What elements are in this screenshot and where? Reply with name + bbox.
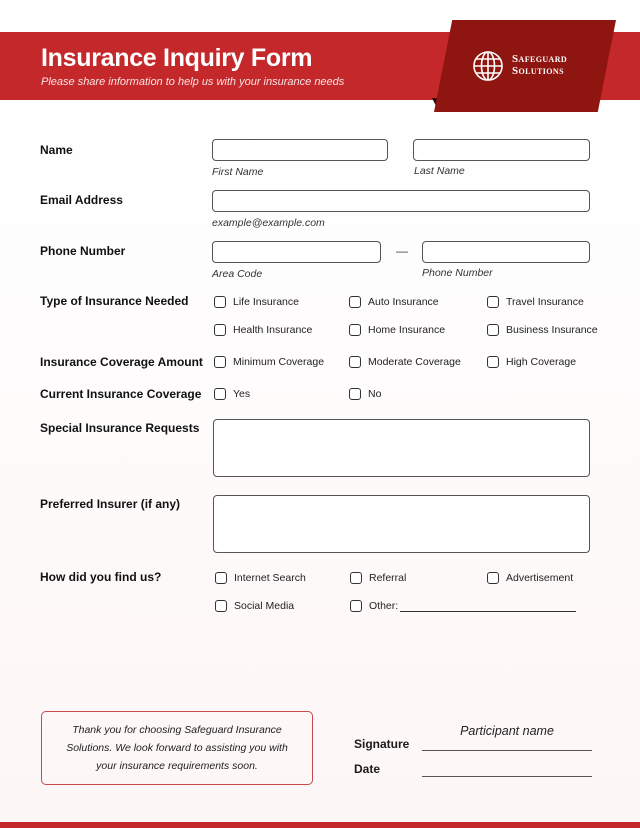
phone-number-hint: Phone Number: [422, 267, 493, 279]
find-us-label: How did you find us?: [40, 570, 162, 584]
option-label: Life Insurance: [233, 296, 299, 308]
option-label: Home Insurance: [368, 324, 446, 336]
phone-label: Phone Number: [40, 244, 126, 258]
first-name-input[interactable]: [212, 139, 388, 161]
brand-line-1: Safeguard: [512, 53, 568, 65]
date-label: Date: [354, 762, 381, 776]
checkbox-home-insurance[interactable]: Home Insurance: [349, 324, 445, 336]
checkbox-other[interactable]: Other:: [350, 600, 577, 612]
phone-number-input[interactable]: [422, 241, 590, 263]
special-requests-label: Special Insurance Requests: [40, 421, 200, 435]
participant-name: Participant name: [460, 724, 554, 738]
option-label: Advertisement: [506, 572, 574, 584]
special-requests-textarea[interactable]: [213, 419, 590, 477]
checkbox-box[interactable]: [214, 388, 226, 400]
checkbox-minimum-coverage[interactable]: Minimum Coverage: [214, 356, 324, 368]
checkbox-box[interactable]: [214, 356, 226, 368]
option-label: Internet Search: [234, 572, 306, 584]
last-name-hint: Last Name: [414, 165, 465, 177]
checkbox-box[interactable]: [487, 324, 499, 336]
page-title: Insurance Inquiry Form: [41, 44, 313, 72]
option-label: Minimum Coverage: [233, 356, 325, 368]
checkbox-box[interactable]: [350, 572, 362, 584]
option-label: Moderate Coverage: [368, 356, 461, 368]
checkbox-advertisement[interactable]: Advertisement: [487, 572, 573, 584]
option-label: High Coverage: [506, 356, 577, 368]
checkbox-internet-search[interactable]: Internet Search: [215, 572, 306, 584]
preferred-insurer-textarea[interactable]: [213, 495, 590, 553]
thank-you-text: Thank you for choosing Safeguard Insuran…: [66, 724, 288, 772]
insurance-type-label: Type of Insurance Needed: [40, 294, 189, 308]
checkbox-box[interactable]: [215, 572, 227, 584]
option-label: Social Media: [234, 600, 295, 612]
checkbox-life-insurance[interactable]: Life Insurance: [214, 296, 299, 308]
checkbox-high-coverage[interactable]: High Coverage: [487, 356, 576, 368]
checkbox-social-media[interactable]: Social Media: [215, 600, 294, 612]
globe-icon: [473, 51, 503, 81]
signature-label: Signature: [354, 737, 410, 751]
thank-you-box: Thank you for choosing Safeguard Insuran…: [41, 711, 313, 785]
brand-line-2: Solutions: [512, 65, 564, 77]
other-input-line[interactable]: [400, 601, 577, 612]
checkbox-business-insurance[interactable]: Business Insurance: [487, 324, 598, 336]
checkbox-box[interactable]: [214, 296, 226, 308]
option-label: Auto Insurance: [368, 296, 439, 308]
checkbox-travel-insurance[interactable]: Travel Insurance: [487, 296, 584, 308]
email-hint: example@example.com: [212, 217, 325, 229]
checkbox-health-insurance[interactable]: Health Insurance: [214, 324, 312, 336]
last-name-input[interactable]: [413, 139, 590, 161]
checkbox-box[interactable]: [487, 356, 499, 368]
checkbox-box[interactable]: [349, 324, 361, 336]
checkbox-box[interactable]: [349, 356, 361, 368]
email-label: Email Address: [40, 193, 123, 207]
checkbox-box[interactable]: [349, 296, 361, 308]
brand-name: Safeguard Solutions: [512, 53, 567, 77]
page-subtitle: Please share information to help us with…: [41, 76, 345, 88]
checkbox-box[interactable]: [214, 324, 226, 336]
option-label: Referral: [369, 572, 407, 584]
checkbox-box[interactable]: [487, 296, 499, 308]
footer-band: [0, 822, 640, 828]
area-code-input[interactable]: [212, 241, 381, 263]
current-coverage-label: Current Insurance Coverage: [40, 387, 202, 401]
checkbox-yes[interactable]: Yes: [214, 388, 250, 400]
option-label: Other:: [369, 600, 399, 612]
checkbox-box[interactable]: [350, 600, 362, 612]
checkbox-auto-insurance[interactable]: Auto Insurance: [349, 296, 439, 308]
checkbox-box[interactable]: [487, 572, 499, 584]
checkbox-no[interactable]: No: [349, 388, 381, 400]
first-name-hint: First Name: [212, 166, 264, 178]
checkbox-box[interactable]: [215, 600, 227, 612]
email-input[interactable]: [212, 190, 590, 212]
signature-line[interactable]: [422, 750, 592, 751]
name-label: Name: [40, 143, 73, 157]
checkbox-box[interactable]: [349, 388, 361, 400]
option-label: Yes: [233, 388, 251, 400]
preferred-insurer-label: Preferred Insurer (if any): [40, 497, 181, 511]
coverage-amount-label: Insurance Coverage Amount: [40, 355, 203, 369]
option-label: Travel Insurance: [506, 296, 584, 308]
option-label: Health Insurance: [233, 324, 313, 336]
date-line[interactable]: [422, 776, 592, 777]
option-label: No: [368, 388, 382, 400]
checkbox-moderate-coverage[interactable]: Moderate Coverage: [349, 356, 461, 368]
checkbox-referral[interactable]: Referral: [350, 572, 406, 584]
area-code-hint: Area Code: [212, 268, 263, 280]
phone-separator: —: [396, 244, 408, 258]
option-label: Business Insurance: [506, 324, 598, 336]
